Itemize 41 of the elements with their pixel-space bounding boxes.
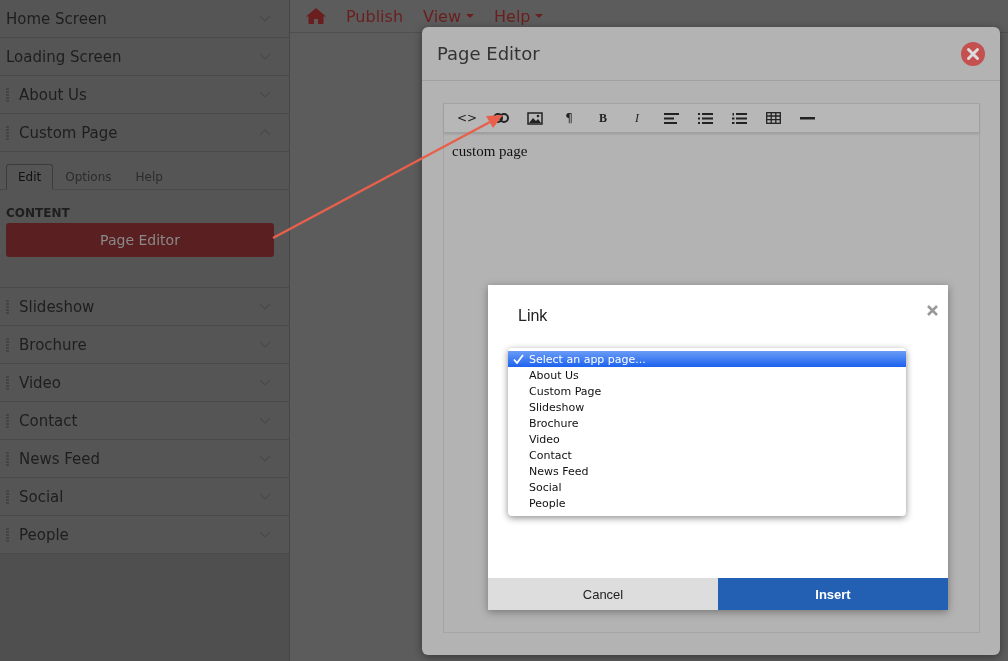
home-icon[interactable] xyxy=(306,8,326,24)
bullet-list-icon xyxy=(697,112,713,124)
page-editor-button[interactable]: Page Editor xyxy=(6,223,274,257)
cancel-button[interactable]: Cancel xyxy=(488,578,718,610)
sidebar-item[interactable]: Contact xyxy=(0,402,289,440)
toolbar-button[interactable]: I xyxy=(620,105,654,131)
toolbar-button[interactable]: ¶ xyxy=(552,105,586,131)
menu-option[interactable]: Contact xyxy=(508,447,906,463)
menu-option[interactable]: Select an app page... xyxy=(508,351,906,367)
caret-icon xyxy=(535,14,544,18)
sidebar-item[interactable]: Slideshow xyxy=(0,288,289,326)
sidebar-item[interactable]: Social xyxy=(0,478,289,516)
align-left-icon xyxy=(663,112,679,124)
close-icon[interactable] xyxy=(927,305,938,316)
menu-option[interactable]: Slideshow xyxy=(508,399,906,415)
horizontal-rule-icon xyxy=(799,116,815,120)
menu-option[interactable]: People xyxy=(508,495,906,511)
toolbar-button[interactable]: <> xyxy=(450,105,484,131)
numbered-list-icon xyxy=(731,112,747,124)
table-icon xyxy=(765,112,781,124)
insert-button[interactable]: Insert xyxy=(718,578,948,610)
check-icon xyxy=(513,354,524,364)
menu-option[interactable]: News Feed xyxy=(508,463,906,479)
menu-option[interactable]: Brochure xyxy=(508,415,906,431)
sidebar-item[interactable]: Loading Screen xyxy=(0,38,289,76)
caret-icon xyxy=(466,14,474,18)
sidebar-item[interactable]: About Us xyxy=(0,76,289,114)
close-icon[interactable] xyxy=(961,41,985,66)
image-icon xyxy=(527,111,543,125)
menu-option[interactable]: Social xyxy=(508,479,906,495)
sidebar-item[interactable]: Home Screen xyxy=(0,0,289,38)
sidebar-item[interactable]: Brochure xyxy=(0,326,289,364)
menu-option[interactable]: About Us xyxy=(508,367,906,383)
link-icon xyxy=(493,113,509,123)
menu-option[interactable]: Custom Page xyxy=(508,383,906,399)
menu-option[interactable]: Video xyxy=(508,431,906,447)
toolbar-button[interactable]: B xyxy=(586,105,620,131)
panel-tab[interactable]: Edit xyxy=(6,164,54,190)
editor-text: custom page xyxy=(451,142,529,161)
modal-title: Page Editor xyxy=(437,43,540,64)
dialog-title: Link xyxy=(518,307,548,326)
